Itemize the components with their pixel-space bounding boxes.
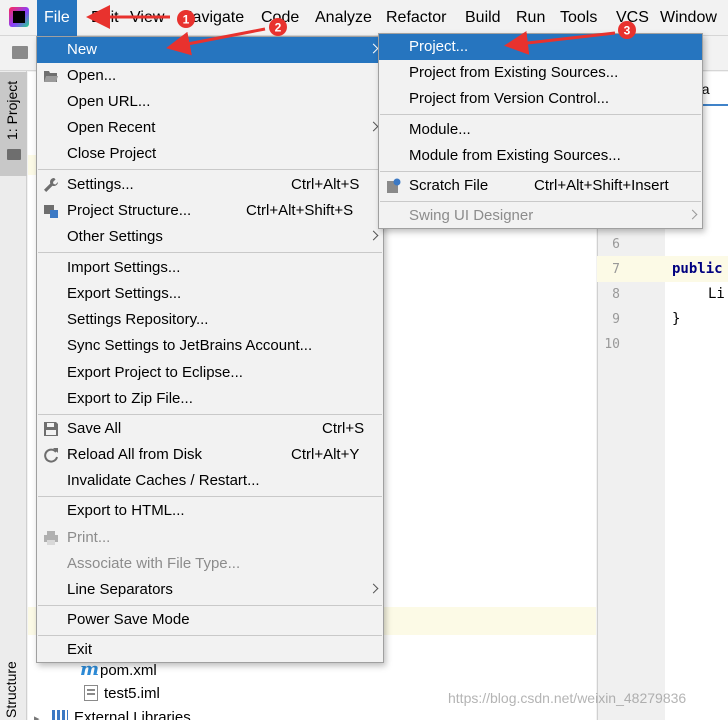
new-module[interactable]: Module... [379, 117, 702, 143]
refresh-icon [44, 448, 58, 463]
project-tool-label[interactable]: 1: Project [4, 50, 24, 140]
menu-separator [38, 414, 382, 415]
file-menu-save-all[interactable]: Save All Ctrl+S [37, 416, 383, 442]
file-menu-open-recent[interactable]: Open Recent [37, 115, 383, 141]
new-module-existing-sources[interactable]: Module from Existing Sources... [379, 143, 702, 169]
printer-icon [44, 531, 58, 545]
menu-navigate[interactable]: Navigate [174, 0, 251, 36]
chevron-right-icon [368, 43, 379, 54]
intellij-logo-icon [9, 7, 29, 27]
menu-tools[interactable]: Tools [553, 0, 604, 36]
open-folder-icon [44, 71, 58, 82]
code-fragment: } [672, 311, 681, 327]
menu-vcs[interactable]: VCS [609, 0, 656, 36]
wrench-icon [44, 178, 58, 192]
new-project-existing-sources[interactable]: Project from Existing Sources... [379, 60, 702, 86]
menu-separator [38, 252, 382, 253]
project-structure-icon [44, 205, 58, 218]
menu-separator [380, 171, 701, 172]
line-number: 8 [612, 287, 620, 302]
file-menu-import-settings[interactable]: Import Settings... [37, 255, 383, 281]
file-menu-export-eclipse[interactable]: Export Project to Eclipse... [37, 360, 383, 386]
file-menu-export-html[interactable]: Export to HTML... [37, 498, 383, 524]
file-menu-other-settings[interactable]: Other Settings [37, 224, 383, 250]
file-menu-associate-file-type: Associate with File Type... [67, 555, 241, 572]
file-menu-settings-repository[interactable]: Settings Repository... [37, 307, 383, 333]
libraries-icon [52, 710, 68, 720]
tree-item-external-libraries[interactable]: ▸ External Libraries [34, 707, 191, 720]
file-menu-line-separators[interactable]: Line Separators [37, 577, 383, 603]
menu-code[interactable]: Code [254, 0, 306, 36]
file-menu-exit[interactable]: Exit [37, 637, 383, 663]
chevron-right-icon [368, 583, 379, 594]
line-number: 6 [612, 237, 620, 252]
file-menu-new[interactable]: New [37, 37, 383, 63]
save-icon [44, 422, 58, 436]
menu-separator [38, 496, 382, 497]
new-scratch-file[interactable]: Scratch File Ctrl+Alt+Shift+Insert [379, 173, 702, 199]
menu-separator [38, 635, 382, 636]
new-submenu: Project... Project from Existing Sources… [378, 33, 703, 229]
tree-item-iml[interactable]: test5.iml [84, 683, 160, 705]
file-menu-invalidate-caches[interactable]: Invalidate Caches / Restart... [37, 468, 383, 494]
code-fragment: Li [708, 286, 725, 302]
menu-build[interactable]: Build [458, 0, 508, 36]
file-menu-reload-all[interactable]: Reload All from Disk Ctrl+Alt+Y [37, 442, 383, 468]
file-menu-sync-settings[interactable]: Sync Settings to JetBrains Account... [37, 333, 383, 359]
file-menu-export-zip[interactable]: Export to Zip File... [37, 386, 383, 412]
chevron-right-icon [687, 209, 698, 220]
code-fragment: public [672, 261, 723, 277]
new-project-version-control[interactable]: Project from Version Control... [379, 86, 702, 112]
chevron-right-icon[interactable]: ▸ [34, 708, 52, 720]
structure-tool-label[interactable]: Structure [3, 658, 23, 718]
menu-refactor[interactable]: Refactor [379, 0, 453, 36]
menu-separator [38, 169, 382, 170]
line-number: 7 [612, 262, 620, 277]
menu-bar: File Edit View Navigate Code Analyze Ref… [0, 0, 728, 36]
menu-separator [380, 201, 701, 202]
file-menu-print: Print... [37, 525, 383, 551]
file-menu: New Open... Open URL... Open Recent Clos… [36, 36, 384, 663]
menu-window[interactable]: Window [653, 0, 724, 36]
line-number: 9 [612, 312, 620, 327]
chevron-right-icon [368, 230, 379, 241]
menu-edit[interactable]: Edit [84, 0, 126, 36]
line-number: 10 [604, 337, 620, 352]
menu-separator [380, 114, 701, 115]
chevron-right-icon [368, 121, 379, 132]
file-menu-project-structure[interactable]: Project Structure... Ctrl+Alt+Shift+S [37, 198, 383, 224]
menu-view[interactable]: View [123, 0, 171, 36]
file-menu-open-url[interactable]: Open URL... [37, 89, 383, 115]
file-menu-power-save[interactable]: Power Save Mode [37, 607, 383, 633]
file-menu-close-project[interactable]: Close Project [37, 141, 383, 167]
project-folder-icon [7, 149, 21, 160]
new-project[interactable]: Project... [379, 34, 702, 60]
menu-analyze[interactable]: Analyze [308, 0, 379, 36]
menu-run[interactable]: Run [509, 0, 552, 36]
menu-file[interactable]: File [37, 0, 77, 36]
iml-file-icon [84, 685, 98, 701]
file-menu-open[interactable]: Open... [37, 63, 383, 89]
watermark: https://blog.csdn.net/weixin_48279836 [448, 690, 687, 706]
scratch-file-icon [387, 178, 401, 193]
file-menu-export-settings[interactable]: Export Settings... [37, 281, 383, 307]
menu-separator [38, 605, 382, 606]
file-menu-settings[interactable]: Settings... Ctrl+Alt+S [37, 172, 383, 198]
new-swing-ui-designer[interactable]: Swing UI Designer [379, 203, 702, 229]
